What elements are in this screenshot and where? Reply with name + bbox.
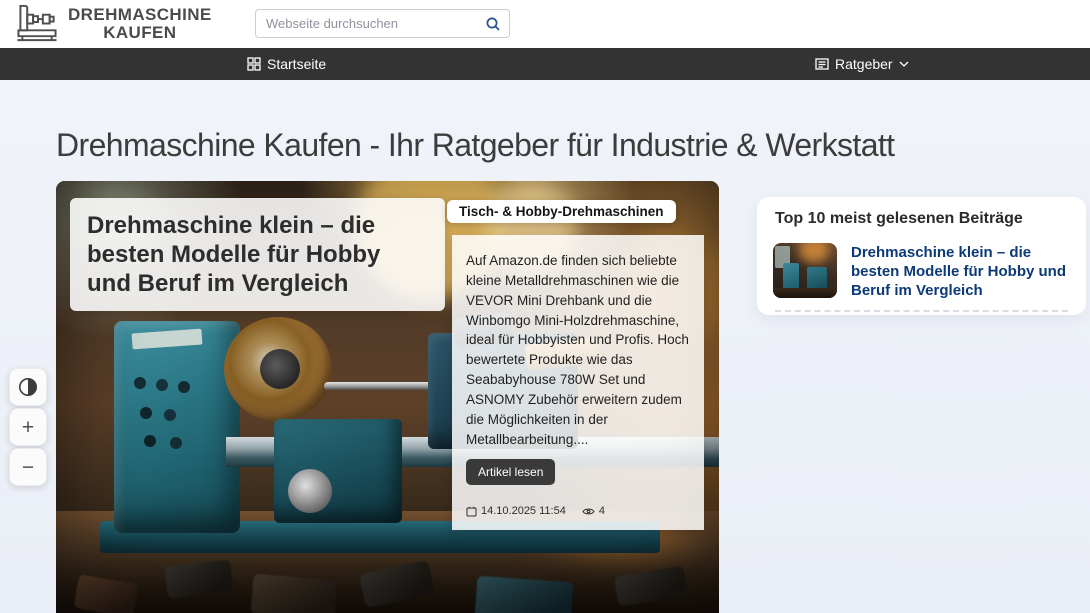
thumb-machine [783,263,799,289]
page: DREHMASCHINE KAUFEN Startseite [0,0,1090,613]
publish-date: 14.10.2025 11:54 [466,505,566,517]
minus-icon: − [22,457,34,478]
nav-item-startseite[interactable]: Startseite [247,48,326,80]
hero-meta: 14.10.2025 11:54 4 [466,505,605,517]
nav-item-ratgeber[interactable]: Ratgeber [815,48,909,80]
category-badge[interactable]: Tisch- & Hobby-Drehmaschinen [447,200,676,223]
post-link[interactable]: Drehmaschine klein – die besten Modelle … [851,243,1069,300]
eye-icon [582,507,595,516]
contrast-icon [18,377,38,397]
hero-title-box: Drehmaschine klein – die besten Modelle … [70,198,445,311]
publish-date-text: 14.10.2025 11:54 [481,505,566,517]
header: DREHMASCHINE KAUFEN [0,0,1090,48]
contrast-button[interactable] [9,368,47,406]
font-increase-button[interactable]: + [9,408,47,446]
logo-line2: KAUFEN [103,24,176,41]
hero-article-title[interactable]: Drehmaschine klein – die besten Modelle … [87,211,428,298]
search-input[interactable] [256,16,477,31]
plus-icon: + [22,417,34,438]
thumb-glow [799,243,829,263]
logo-line1: DREHMASCHINE [68,6,212,23]
page-title: Drehmaschine Kaufen - Ihr Ratgeber für I… [56,127,1056,164]
top-post-item[interactable]: Drehmaschine klein – die besten Modelle … [773,243,1069,300]
top-posts-card: Top 10 meist gelesenen Beiträge Drehmasc… [757,197,1086,315]
main-nav: Startseite Ratgeber [0,48,1090,80]
hero-excerpt: Auf Amazon.de finden sich beliebte klein… [466,251,690,449]
view-count: 4 [582,505,605,517]
nav-label-startseite: Startseite [267,56,326,72]
logo-text: DREHMASCHINE KAUFEN [68,6,212,41]
hero-excerpt-box: Auf Amazon.de finden sich beliebte klein… [452,235,704,530]
chevron-down-icon [899,61,909,67]
site-logo[interactable]: DREHMASCHINE KAUFEN [14,3,212,44]
view-count-text: 4 [599,505,605,517]
font-decrease-button[interactable]: − [9,448,47,486]
lathe-logo-icon [14,3,60,44]
top-posts-title: Top 10 meist gelesenen Beiträge [775,210,1023,228]
thumb-bench [773,288,837,298]
dashed-separator [775,310,1068,312]
search-button[interactable] [477,10,509,37]
read-article-button[interactable]: Artikel lesen [466,459,555,485]
search-form [255,9,510,38]
thumb-machine [807,267,827,289]
search-icon [485,16,501,32]
calendar-icon [466,506,477,517]
hero-article-card[interactable]: Drehmaschine klein – die besten Modelle … [56,181,719,613]
grid-icon [247,57,261,71]
document-icon [815,58,829,70]
post-thumbnail [773,243,837,298]
accessibility-toolbar: + − [9,368,47,486]
nav-label-ratgeber: Ratgeber [835,56,893,72]
